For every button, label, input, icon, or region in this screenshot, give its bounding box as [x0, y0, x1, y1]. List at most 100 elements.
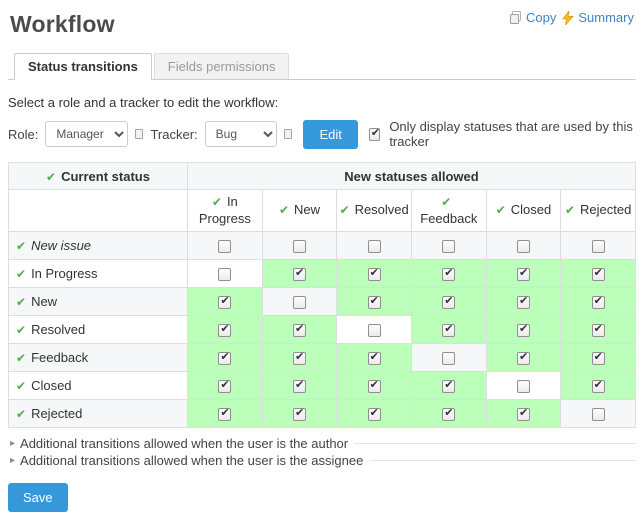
transition-checkbox-in-progress-to-rejected[interactable] [592, 268, 605, 281]
summary-link[interactable]: Summary [562, 10, 634, 25]
transition-checkbox-new-issue-to-new[interactable] [293, 240, 306, 253]
check-all-row-icon[interactable] [16, 407, 26, 421]
transition-checkbox-new-to-new[interactable] [293, 296, 306, 309]
transition-checkbox-new-issue-to-closed[interactable] [517, 240, 530, 253]
transition-cell [486, 260, 561, 288]
check-all-row-icon[interactable] [16, 267, 26, 281]
transition-checkbox-resolved-to-resolved[interactable] [368, 324, 381, 337]
row-label-rejected: Rejected [9, 400, 188, 428]
check-all-row-icon[interactable] [16, 351, 26, 365]
row-label-new-issue: New issue [9, 232, 188, 260]
row-label-text: Rejected [31, 406, 82, 421]
tab-status-transitions[interactable]: Status transitions [14, 53, 152, 80]
transition-checkbox-in-progress-to-in-progress[interactable] [218, 268, 231, 281]
transition-checkbox-feedback-to-in-progress[interactable] [218, 352, 231, 365]
transition-checkbox-closed-to-feedback[interactable] [442, 380, 455, 393]
check-all-row-icon[interactable] [16, 323, 26, 337]
transition-checkbox-resolved-to-closed[interactable] [517, 324, 530, 337]
transition-cell [262, 232, 337, 260]
transition-cell [411, 372, 486, 400]
check-all-column-icon[interactable] [212, 195, 222, 210]
transition-checkbox-feedback-to-resolved[interactable] [368, 352, 381, 365]
transition-checkbox-feedback-to-closed[interactable] [517, 352, 530, 365]
transition-checkbox-resolved-to-feedback[interactable] [442, 324, 455, 337]
collapsed-section-author[interactable]: Additional transitions allowed when the … [8, 435, 636, 452]
transition-checkbox-feedback-to-new[interactable] [293, 352, 306, 365]
row-label-text: Feedback [31, 350, 88, 365]
transition-checkbox-resolved-to-rejected[interactable] [592, 324, 605, 337]
transition-checkbox-closed-to-in-progress[interactable] [218, 380, 231, 393]
transition-checkbox-new-to-closed[interactable] [517, 296, 530, 309]
transition-checkbox-in-progress-to-new[interactable] [293, 268, 306, 281]
transition-checkbox-rejected-to-closed[interactable] [517, 408, 530, 421]
check-all-column-icon[interactable] [496, 203, 506, 218]
row-label-resolved: Resolved [9, 316, 188, 344]
transition-cell [561, 260, 636, 288]
transition-checkbox-resolved-to-new[interactable] [293, 324, 306, 337]
column-header-closed: Closed [486, 190, 561, 232]
role-expand-icon[interactable] [135, 129, 144, 139]
transition-checkbox-resolved-to-in-progress[interactable] [218, 324, 231, 337]
transition-checkbox-rejected-to-resolved[interactable] [368, 408, 381, 421]
check-all-column-icon[interactable] [441, 195, 451, 210]
tracker-select[interactable]: Bug [205, 121, 277, 147]
workflow-table: Current status New statuses allowed In P… [8, 162, 636, 428]
legend-rule [369, 460, 636, 461]
transition-checkbox-feedback-to-feedback[interactable] [442, 352, 455, 365]
transition-checkbox-in-progress-to-closed[interactable] [517, 268, 530, 281]
row-label-closed: Closed [9, 372, 188, 400]
transition-checkbox-new-to-resolved[interactable] [368, 296, 381, 309]
transition-cell [486, 372, 561, 400]
transition-checkbox-rejected-to-new[interactable] [293, 408, 306, 421]
transition-checkbox-new-issue-to-rejected[interactable] [592, 240, 605, 253]
transition-cell [486, 232, 561, 260]
only-display-label[interactable]: Only display statuses that are used by t… [389, 119, 636, 149]
edit-button[interactable]: Edit [303, 120, 357, 149]
role-label: Role: [8, 127, 38, 142]
check-all-row-icon[interactable] [16, 239, 26, 253]
tab-fields-permissions[interactable]: Fields permissions [154, 53, 290, 79]
check-all-rows-icon[interactable] [46, 170, 56, 184]
tracker-expand-icon[interactable] [284, 129, 293, 139]
transition-cell [188, 344, 263, 372]
column-header-label: Rejected [580, 202, 631, 217]
transition-checkbox-rejected-to-feedback[interactable] [442, 408, 455, 421]
table-group-header-row: Current status New statuses allowed [9, 163, 636, 190]
transition-checkbox-in-progress-to-resolved[interactable] [368, 268, 381, 281]
transition-cell [262, 260, 337, 288]
transition-checkbox-new-to-in-progress[interactable] [218, 296, 231, 309]
role-select[interactable]: Manager [45, 121, 127, 147]
transition-cell [188, 288, 263, 316]
transition-cell [188, 232, 263, 260]
transition-checkbox-new-issue-to-resolved[interactable] [368, 240, 381, 253]
transition-checkbox-rejected-to-rejected[interactable] [592, 408, 605, 421]
workflow-row-new: New [9, 288, 636, 316]
copy-link[interactable]: Copy [509, 10, 556, 25]
transition-checkbox-closed-to-resolved[interactable] [368, 380, 381, 393]
collapsed-section-assignee[interactable]: Additional transitions allowed when the … [8, 452, 636, 469]
transition-cell [262, 400, 337, 428]
transition-checkbox-closed-to-closed[interactable] [517, 380, 530, 393]
transition-checkbox-new-issue-to-feedback[interactable] [442, 240, 455, 253]
column-header-label: Resolved [355, 202, 409, 217]
check-all-row-icon[interactable] [16, 379, 26, 393]
save-button[interactable]: Save [8, 483, 68, 512]
transition-checkbox-new-issue-to-in-progress[interactable] [218, 240, 231, 253]
transition-checkbox-feedback-to-rejected[interactable] [592, 352, 605, 365]
transition-checkbox-new-to-rejected[interactable] [592, 296, 605, 309]
column-header-in-progress: In Progress [188, 190, 263, 232]
transition-checkbox-in-progress-to-feedback[interactable] [442, 268, 455, 281]
collapsed-section-label: Additional transitions allowed when the … [20, 436, 348, 451]
check-all-column-icon[interactable] [340, 203, 350, 218]
only-display-checkbox[interactable] [369, 128, 380, 141]
transition-checkbox-closed-to-new[interactable] [293, 380, 306, 393]
workflow-row-rejected: Rejected [9, 400, 636, 428]
check-all-column-icon[interactable] [279, 203, 289, 218]
transition-cell [262, 316, 337, 344]
transition-checkbox-rejected-to-in-progress[interactable] [218, 408, 231, 421]
transition-checkbox-closed-to-rejected[interactable] [592, 380, 605, 393]
copy-icon [509, 11, 522, 24]
check-all-column-icon[interactable] [565, 203, 575, 218]
transition-checkbox-new-to-feedback[interactable] [442, 296, 455, 309]
check-all-row-icon[interactable] [16, 295, 26, 309]
